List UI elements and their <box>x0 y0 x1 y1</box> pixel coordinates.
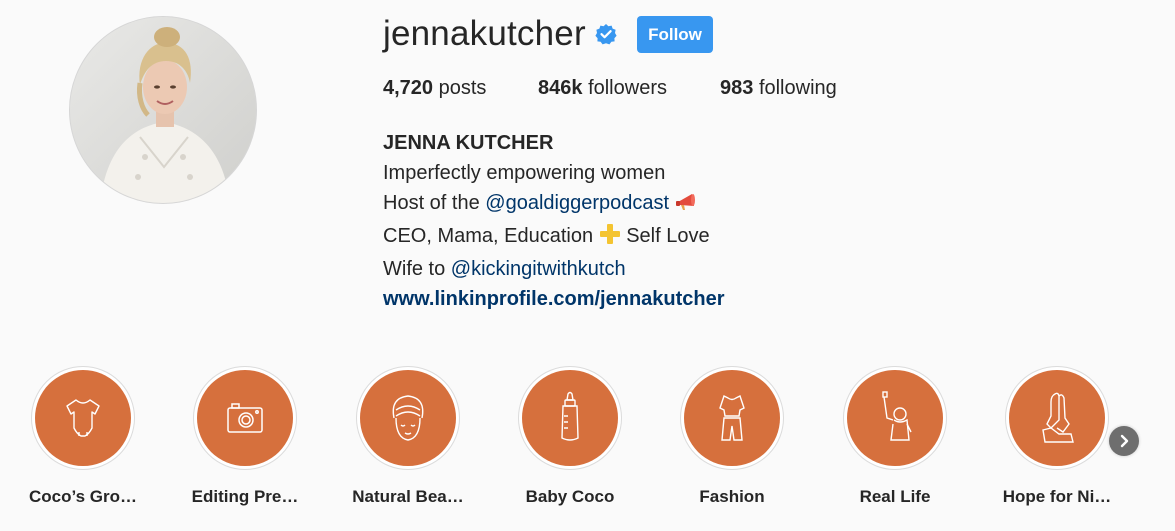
highlight-label: Natural Bea… <box>352 487 464 506</box>
profile-bio: JENNA KUTCHER Imperfectly empowering wom… <box>383 128 725 314</box>
posts-label: posts <box>438 77 487 99</box>
highlight-ring[interactable] <box>518 366 622 470</box>
story-highlights: Coco’s Gro… Editing Pre… Natural Bea… Ba… <box>0 366 1175 516</box>
camera-icon <box>227 403 263 433</box>
highlight-item[interactable]: Editing Pre… <box>165 366 325 507</box>
baby-bottle-icon <box>561 391 579 441</box>
highlights-next-button[interactable] <box>1109 426 1139 456</box>
following-stat[interactable]: 983 following <box>720 77 837 100</box>
bio-line-3: CEO, Mama, Education Self Love <box>383 221 725 254</box>
follow-button[interactable]: Follow <box>637 16 713 53</box>
bio-line-3-prefix: CEO, Mama, Education <box>383 225 599 247</box>
profile-avatar[interactable] <box>69 16 257 204</box>
chevron-right-icon <box>1120 434 1129 448</box>
highlight-item[interactable]: Baby Coco <box>490 366 650 507</box>
highlight-item[interactable]: Natural Bea… <box>328 366 488 507</box>
person-raising-hand-icon <box>882 391 912 441</box>
followers-stat[interactable]: 846k followers <box>538 77 667 100</box>
verified-badge-icon <box>595 23 617 45</box>
highlight-item[interactable]: Fashion <box>652 366 812 507</box>
mention-kickingitwithkutch[interactable]: @kickingitwithkutch <box>451 258 626 280</box>
mention-goaldiggerpodcast[interactable]: @goaldiggerpodcast <box>485 192 669 214</box>
outfit-icon <box>719 395 745 441</box>
username-row: jennakutcher <box>383 14 617 54</box>
highlight-ring[interactable] <box>1005 366 1109 470</box>
plus-icon <box>599 223 621 254</box>
bio-line-2: Host of the @goaldiggerpodcast <box>383 188 725 221</box>
bio-line-2-prefix: Host of the <box>383 192 486 214</box>
highlight-ring[interactable] <box>193 366 297 470</box>
onesie-icon <box>66 399 100 437</box>
posts-stat: 4,720 posts <box>383 77 486 100</box>
following-count: 983 <box>720 77 754 99</box>
highlight-ring[interactable] <box>356 366 460 470</box>
bio-line-3-suffix: Self Love <box>620 225 710 247</box>
highlight-label: Real Life <box>859 487 931 506</box>
highlight-ring[interactable] <box>31 366 135 470</box>
praying-hands-icon <box>1042 392 1074 443</box>
megaphone-icon <box>675 190 699 221</box>
username: jennakutcher <box>383 14 586 53</box>
following-label: following <box>758 77 837 99</box>
highlight-label: Fashion <box>699 487 765 506</box>
followers-count: 846k <box>538 77 583 99</box>
posts-count: 4,720 <box>383 77 434 99</box>
website-link[interactable]: www.linkinprofile.com/jennakutcher <box>383 288 725 310</box>
highlight-ring[interactable] <box>843 366 947 470</box>
bio-line-4: Wife to @kickingitwithkutch <box>383 254 725 284</box>
highlight-label: Baby Coco <box>525 487 615 506</box>
highlight-ring[interactable] <box>680 366 784 470</box>
bio-line-4-prefix: Wife to <box>383 258 451 280</box>
highlight-label: Coco’s Gro… <box>29 487 137 506</box>
highlight-item[interactable]: Coco’s Gro… <box>3 366 163 507</box>
highlight-label: Hope for Ni… <box>1002 487 1112 506</box>
highlight-item[interactable]: Real Life <box>815 366 975 507</box>
followers-label: followers <box>588 77 667 99</box>
highlight-label: Editing Pre… <box>191 487 299 506</box>
full-name: JENNA KUTCHER <box>383 132 554 154</box>
bio-line-1: Imperfectly empowering women <box>383 162 666 184</box>
face-towel-icon <box>392 395 424 441</box>
